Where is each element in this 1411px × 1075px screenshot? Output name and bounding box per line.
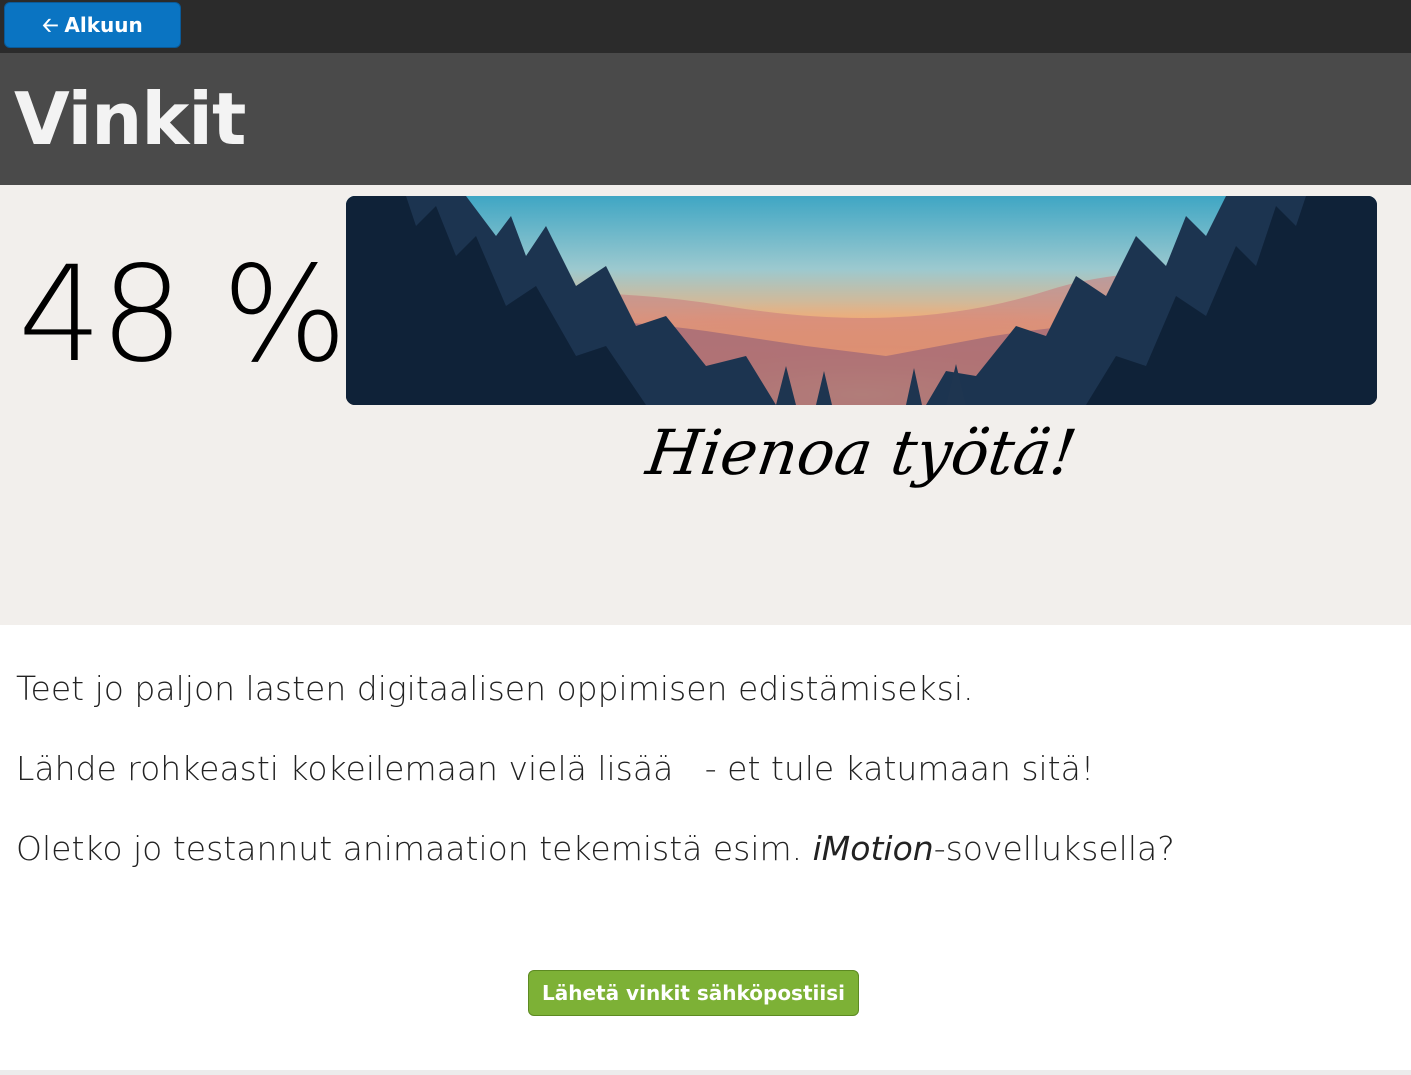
arrow-left-icon: 🡠 [42,13,59,37]
result-section: 48 % Hienoa työtä! [0,185,1411,625]
tip-paragraph-2: Lähde rohkeasti kokeilemaan vielä lisää … [16,749,1095,788]
back-to-start-button[interactable]: 🡠 Alkuun [4,2,181,48]
footer-divider [0,1070,1411,1075]
app-name-emphasis: iMotion [812,829,934,868]
page-header: Vinkit [0,53,1411,185]
tip-paragraph-1: Teet jo paljon lasten digitaalisen oppim… [16,669,974,708]
forest-sunset-banner-image [346,196,1377,405]
tip-paragraph-3-suffix: -sovelluksella? [933,829,1175,868]
praise-message: Hienoa työtä! [642,416,1081,489]
forest-sunset-illustration [346,196,1377,405]
page-title: Vinkit [14,77,246,161]
top-navigation-bar: 🡠 Alkuun [0,0,1411,53]
score-percentage: 48 % [18,238,347,392]
send-tips-email-button[interactable]: Lähetä vinkit sähköpostiisi [528,970,859,1016]
back-button-label: Alkuun [64,13,143,37]
tip-paragraph-3: Oletko jo testannut animaation tekemistä… [16,825,1396,873]
tips-content: Teet jo paljon lasten digitaalisen oppim… [16,665,1396,905]
tip-paragraph-3-text: Oletko jo testannut animaation tekemistä… [16,829,813,868]
